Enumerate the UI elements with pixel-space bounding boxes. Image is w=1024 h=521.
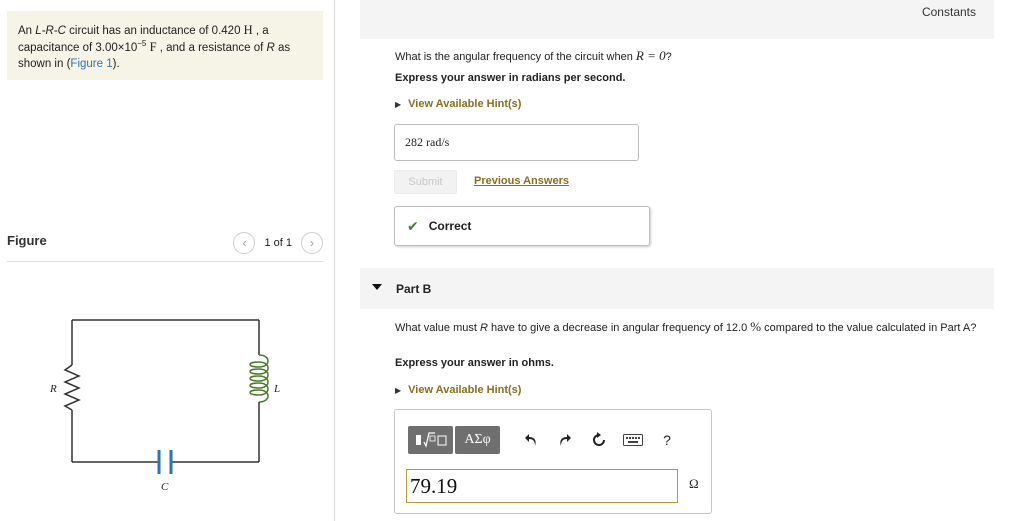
question-math: R	[479, 322, 488, 334]
editor-toolbar: ΑΣφ ?	[408, 426, 684, 454]
inductance-unit: H	[243, 23, 253, 37]
question-text: What value must	[395, 322, 480, 334]
part-a-hint-toggle[interactable]: ▶ View Available Hint(s)	[395, 98, 521, 110]
keyboard-icon[interactable]	[616, 426, 650, 454]
part-a-instruction: Express your answer in radians per secon…	[395, 72, 626, 84]
right-panel: Constants What is the angular frequency …	[336, 0, 1024, 521]
submit-button[interactable]: Submit	[394, 170, 457, 194]
capacitor-label: C	[161, 481, 169, 493]
problem-line-3: shown in (Figure 1).	[18, 56, 313, 72]
part-b-question: What value must R have to give a decreas…	[395, 319, 995, 336]
resistor-icon	[63, 364, 81, 411]
caret-right-icon: ▶	[395, 99, 402, 109]
inductor-icon	[249, 354, 269, 403]
part-b-label: Part B	[396, 282, 432, 296]
result-text: Correct	[428, 219, 472, 233]
hint-label: View Available Hint(s)	[408, 384, 522, 396]
chevron-right-icon[interactable]: ›	[301, 232, 323, 254]
problem-text: ).	[112, 58, 120, 70]
question-text: have to give a decrease in angular frequ…	[487, 322, 751, 334]
reset-icon[interactable]	[582, 426, 616, 454]
part-b-instruction: Express your answer in ohms.	[395, 357, 554, 369]
greek-symbols-button[interactable]: ΑΣφ	[455, 426, 500, 454]
problem-text: An	[18, 25, 36, 37]
capacitance-exponent: −5	[137, 39, 147, 48]
part-a-label-cut	[420, 12, 458, 18]
question-text: ?	[665, 51, 672, 63]
figure-link[interactable]: Figure 1	[70, 58, 112, 70]
help-icon[interactable]: ?	[650, 426, 684, 454]
unit-label: Ω	[689, 476, 699, 491]
capacitor-icon	[157, 450, 173, 474]
part-a-question: What is the angular frequency of the cir…	[395, 48, 672, 64]
problem-text: capacitance of 3.00×10	[18, 42, 138, 54]
percent-symbol: %	[750, 319, 762, 334]
problem-text: circuit has an inductance of 0.420	[65, 25, 244, 37]
circuit-type: L-R-C	[35, 25, 66, 37]
left-panel: An L-R-C circuit has an inductance of 0.…	[0, 0, 335, 521]
part-b-hint-toggle[interactable]: ▶ View Available Hint(s)	[395, 384, 521, 396]
undo-icon[interactable]	[514, 426, 548, 454]
constants-link[interactable]: Constants	[922, 5, 976, 19]
part-a-header-band	[360, 0, 994, 39]
part-b-header[interactable]: Part B	[360, 268, 994, 309]
capacitance-unit: F	[149, 40, 157, 54]
problem-line-1: An L-R-C circuit has an inductance of 0.…	[18, 22, 313, 39]
figure-title: Figure	[7, 233, 47, 248]
answer-editor: ΑΣφ ? 79.19 Ω	[394, 409, 712, 514]
problem-text: as	[274, 42, 291, 54]
hint-label: View Available Hint(s)	[408, 98, 522, 110]
problem-text: , a	[252, 25, 269, 37]
caret-right-icon: ▶	[395, 385, 402, 395]
correct-feedback: ✔ Correct	[394, 206, 650, 246]
part-b-answer-input[interactable]: 79.19	[406, 469, 678, 503]
templates-icon[interactable]	[408, 426, 453, 454]
resistance-symbol: R	[266, 42, 275, 54]
figure-pager: ‹ 1 of 1 ›	[233, 232, 323, 254]
caret-down-icon[interactable]	[372, 284, 382, 290]
chevron-left-icon[interactable]: ‹	[233, 232, 256, 254]
problem-text: shown in (	[18, 58, 71, 70]
previous-answers-link[interactable]: Previous Answers	[474, 175, 569, 187]
problem-statement: An L-R-C circuit has an inductance of 0.…	[7, 11, 323, 80]
checkmark-icon: ✔	[407, 217, 419, 234]
question-text: compared to the value calculated in Part…	[761, 322, 977, 334]
problem-text: , and a resistance of	[156, 42, 267, 54]
question-text: What is the angular frequency of the cir…	[395, 51, 636, 63]
inductor-label: L	[273, 383, 280, 395]
pager-text: 1 of 1	[264, 237, 292, 249]
lrc-circuit-diagram: R L C	[49, 319, 280, 493]
question-math: R = 0	[635, 48, 666, 63]
problem-line-2: capacitance of 3.00×10−5 F , and a resis…	[18, 39, 313, 56]
figure-header: Figure ‹ 1 of 1 ›	[7, 232, 323, 262]
resistor-label: R	[49, 383, 57, 395]
part-a-answer-field[interactable]: 282 rad/s	[394, 124, 639, 161]
redo-icon[interactable]	[548, 426, 582, 454]
